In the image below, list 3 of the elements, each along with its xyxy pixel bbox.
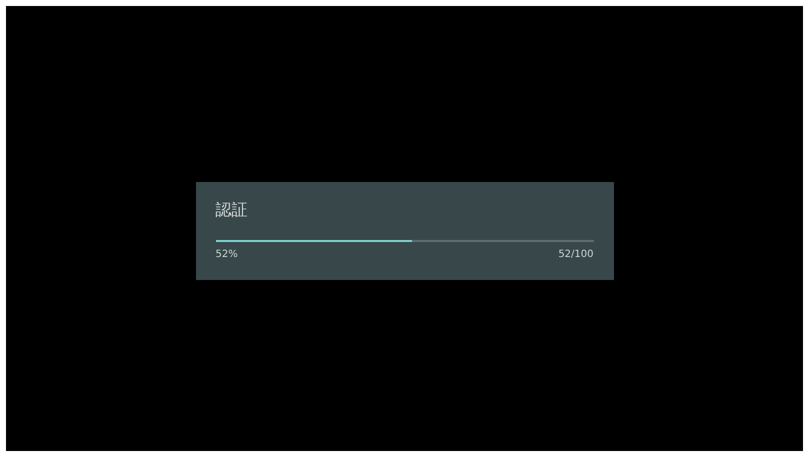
dialog-title: 認証 [216, 198, 248, 220]
progress-percent: 52% [216, 248, 238, 260]
progress-count: 52/100 [558, 248, 594, 260]
